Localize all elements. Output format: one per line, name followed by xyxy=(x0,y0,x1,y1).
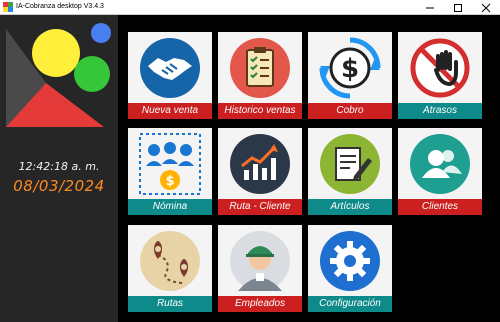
minimize-button[interactable] xyxy=(416,0,444,14)
tile-label: Empleados xyxy=(218,296,302,312)
tile-historico-ventas[interactable]: Historico ventas xyxy=(218,32,302,119)
main-menu: Nueva venta Historico ventas $ Cobro Atr… xyxy=(118,15,500,322)
tile-configuracion[interactable]: Configuración xyxy=(308,225,392,312)
gear-icon xyxy=(320,231,380,291)
tile-atrasos[interactable]: Atrasos xyxy=(398,32,482,119)
tile-clientes[interactable]: Clientes xyxy=(398,128,482,215)
title-bar: IA-Cobranza desktop V3.4.3 xyxy=(0,0,500,15)
app-logo xyxy=(6,23,111,127)
worker-icon xyxy=(230,231,290,291)
clock-time: 12:42:18 a. m. xyxy=(18,160,100,173)
tile-nueva-venta[interactable]: Nueva venta xyxy=(128,32,212,119)
notepad-pencil-icon xyxy=(320,134,380,194)
tile-label: Ruta - Cliente xyxy=(218,199,302,215)
tile-label: Historico ventas xyxy=(218,103,302,119)
close-button[interactable] xyxy=(472,0,500,14)
handshake-icon xyxy=(140,38,200,98)
dollar-refresh-icon: $ xyxy=(319,37,381,99)
svg-text:$: $ xyxy=(341,54,359,84)
sidebar: 12:42:18 a. m. 08/03/2024 xyxy=(0,15,118,322)
payroll-people-icon: $ xyxy=(139,133,201,195)
maximize-button[interactable] xyxy=(444,0,472,14)
clipboard-checklist-icon xyxy=(230,38,290,98)
tile-label: Nueva venta xyxy=(128,103,212,119)
clock-date: 08/03/2024 xyxy=(13,177,105,195)
tile-label: Atrasos xyxy=(398,103,482,119)
window-title: IA-Cobranza desktop V3.4.3 xyxy=(16,3,104,10)
tile-empleados[interactable]: Empleados xyxy=(218,225,302,312)
tile-label: Configuración xyxy=(308,296,392,312)
stop-hand-icon xyxy=(410,38,470,98)
tile-label: Rutas xyxy=(128,296,212,312)
tile-label: Clientes xyxy=(398,199,482,215)
tile-label: Cobro xyxy=(308,103,392,119)
tile-cobro[interactable]: $ Cobro xyxy=(308,32,392,119)
tile-nomina[interactable]: $ Nómina xyxy=(128,128,212,215)
growth-chart-icon xyxy=(230,134,290,194)
tile-ruta-cliente[interactable]: Ruta - Cliente xyxy=(218,128,302,215)
route-map-icon xyxy=(140,231,200,291)
users-icon xyxy=(410,134,470,194)
svg-text:$: $ xyxy=(165,174,174,189)
tile-label: Artículos xyxy=(308,199,392,215)
tile-label: Nómina xyxy=(128,199,212,215)
tile-articulos[interactable]: Artículos xyxy=(308,128,392,215)
app-icon xyxy=(3,2,13,12)
tile-rutas[interactable]: Rutas xyxy=(128,225,212,312)
